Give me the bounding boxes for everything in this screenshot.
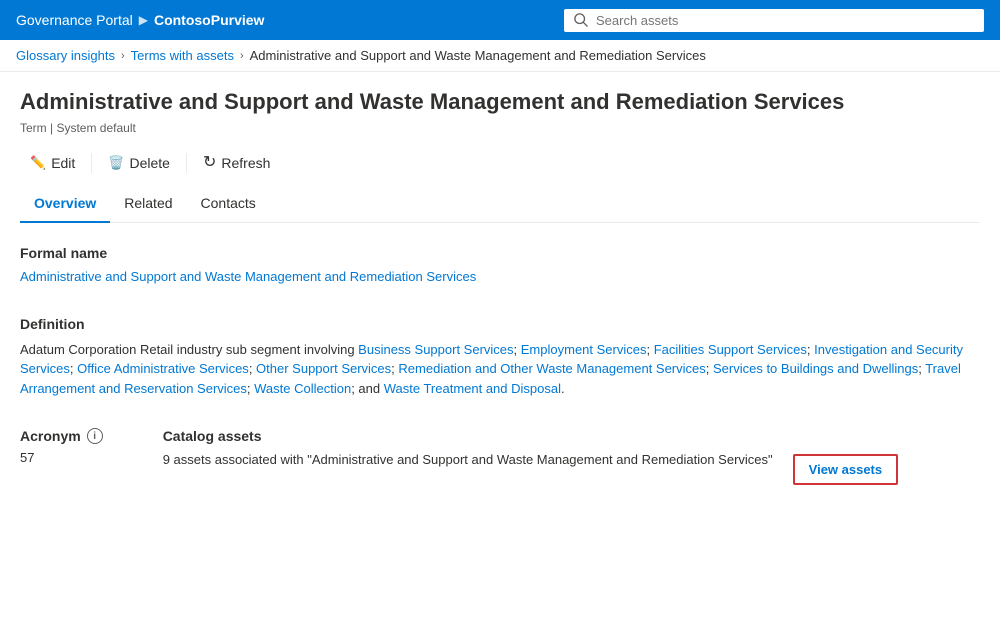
business-support-link[interactable]: Business Support Services	[358, 342, 513, 357]
formal-name-value: Administrative and Support and Waste Man…	[20, 269, 980, 284]
bottom-row: Acronym i 57 Catalog assets 9 assets ass…	[20, 408, 980, 485]
app-name: ContosoPurview	[154, 12, 264, 28]
remediation-link[interactable]: Remediation and Other Waste Management S…	[398, 361, 705, 376]
portal-label: Governance Portal	[16, 12, 133, 28]
refresh-icon: ↻	[203, 155, 216, 171]
search-input[interactable]	[596, 13, 974, 28]
formal-name-title: Formal name	[20, 245, 980, 261]
formal-name-section: Formal name Administrative and Support a…	[20, 223, 980, 294]
delete-button[interactable]: 🗑️ Delete	[98, 149, 180, 177]
edit-button[interactable]: ✏️ Edit	[20, 149, 85, 177]
page-subtitle: Term | System default	[20, 121, 980, 135]
acronym-value: 57	[20, 450, 103, 465]
tabs: Overview Related Contacts	[20, 187, 980, 223]
definition-title: Definition	[20, 316, 980, 332]
waste-treatment-link[interactable]: Waste Treatment and Disposal	[384, 381, 561, 396]
toolbar-divider-1	[91, 153, 92, 173]
refresh-label: Refresh	[221, 155, 270, 171]
edit-label: Edit	[51, 155, 75, 171]
breadcrumb-chevron-1: ›	[121, 50, 125, 62]
toolbar-divider-2	[186, 153, 187, 173]
view-assets-button[interactable]: View assets	[793, 454, 898, 485]
breadcrumb-chevron-2: ›	[240, 50, 244, 62]
acronym-col: Acronym i 57	[20, 428, 103, 485]
header-chevron: ▶	[139, 13, 148, 27]
facilities-link[interactable]: Facilities Support Services	[654, 342, 807, 357]
page-content: Administrative and Support and Waste Man…	[0, 72, 1000, 505]
refresh-button[interactable]: ↻ Refresh	[193, 149, 280, 177]
header: Governance Portal ▶ ContosoPurview	[0, 0, 1000, 40]
acronym-info-icon[interactable]: i	[87, 428, 103, 444]
acronym-title: Acronym i	[20, 428, 103, 444]
header-branding: Governance Portal ▶ ContosoPurview	[16, 12, 264, 28]
services-buildings-link[interactable]: Services to Buildings and Dwellings	[713, 361, 918, 376]
breadcrumb: Glossary insights › Terms with assets › …	[0, 40, 1000, 72]
tab-overview[interactable]: Overview	[20, 187, 110, 223]
delete-label: Delete	[130, 155, 170, 171]
catalog-description: 9 assets associated with "Administrative…	[163, 450, 773, 470]
search-icon	[574, 13, 588, 27]
search-bar[interactable]	[564, 9, 984, 32]
pencil-icon: ✏️	[30, 155, 46, 171]
toolbar: ✏️ Edit 🗑️ Delete ↻ Refresh	[20, 149, 980, 177]
waste-collection-link[interactable]: Waste Collection	[254, 381, 351, 396]
other-support-link[interactable]: Other Support Services	[256, 361, 391, 376]
breadcrumb-current: Administrative and Support and Waste Man…	[250, 48, 706, 63]
trash-icon: 🗑️	[108, 155, 124, 171]
breadcrumb-terms-with-assets[interactable]: Terms with assets	[131, 48, 234, 63]
tab-contacts[interactable]: Contacts	[187, 187, 270, 223]
definition-section: Definition Adatum Corporation Retail ind…	[20, 294, 980, 409]
definition-text: Adatum Corporation Retail industry sub s…	[20, 340, 980, 399]
catalog-assets-col: Catalog assets 9 assets associated with …	[163, 428, 898, 485]
tab-related[interactable]: Related	[110, 187, 186, 223]
breadcrumb-glossary-insights[interactable]: Glossary insights	[16, 48, 115, 63]
catalog-assets-title: Catalog assets	[163, 428, 898, 444]
catalog-row: 9 assets associated with "Administrative…	[163, 450, 898, 485]
page-title: Administrative and Support and Waste Man…	[20, 88, 980, 117]
office-admin-link[interactable]: Office Administrative Services	[77, 361, 249, 376]
employment-link[interactable]: Employment Services	[521, 342, 647, 357]
